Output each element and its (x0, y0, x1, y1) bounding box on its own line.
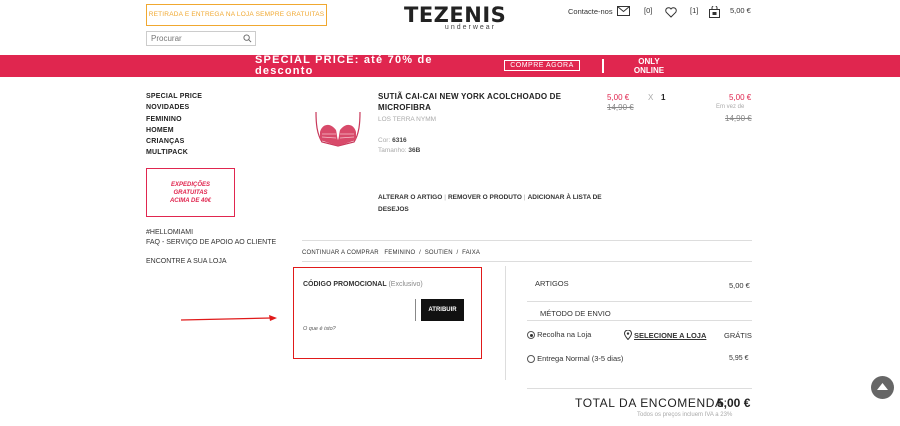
search-placeholder: Procurar (151, 34, 182, 43)
breadcrumb-feminino[interactable]: FEMININO (384, 250, 415, 256)
nav-item-multipack[interactable]: MULTIPACK (146, 147, 202, 158)
store-pickup-price: GRÁTIS (724, 331, 752, 340)
divider (527, 320, 752, 321)
shipping-line-1: EXPEDIÇÕES (170, 182, 210, 188)
breadcrumb: CONTINUAR A COMPRAR FEMININO / SOUTIEN /… (302, 250, 480, 256)
divider (302, 240, 752, 241)
breadcrumb-sep: / (456, 250, 459, 256)
color-value: 6316 (392, 137, 407, 144)
color-label: Cor: (378, 137, 391, 144)
nav-item-criancas[interactable]: CRIANÇAS (146, 136, 202, 147)
line-price-old: 14,90 € (725, 114, 752, 123)
edit-item-link[interactable]: ALTERAR O ARTIGO (378, 194, 442, 201)
chevron-up-icon (877, 383, 888, 390)
product-title[interactable]: SUTIÃ CAI-CAI NEW YORK ACOLCHOADO DE MIC… (378, 91, 568, 113)
heart-icon[interactable] (665, 7, 677, 18)
instead-of-label: Em vez de (716, 104, 745, 110)
order-total-value: 5,00 € (717, 396, 751, 410)
contact-label: Contacte-nos (568, 6, 613, 16)
promo-code-note: (Exclusivo) (388, 281, 423, 288)
divider (302, 261, 752, 262)
location-pin-icon (624, 330, 632, 340)
nav-item-novidades[interactable]: NOVIDADES (146, 102, 202, 113)
breadcrumb-soutien[interactable]: SOUTIEN (425, 250, 453, 256)
radio-store-pickup[interactable] (527, 331, 535, 340)
shipping-method-label: MÉTODO DE ENVIO (540, 309, 611, 318)
brand-name: TEZENIS (404, 3, 507, 27)
search-input[interactable]: Procurar (146, 31, 256, 46)
standard-delivery-price: 5,95 € (729, 355, 749, 362)
store-pickup-label: Recolha na Loja (537, 330, 592, 339)
promo-code-label: CÓDIGO PROMOCIONAL (Exclusivo) (303, 281, 423, 288)
hashtag-link[interactable]: #HELLOMIAMI (146, 228, 276, 238)
logo[interactable]: TEZENIS underwear (404, 3, 507, 31)
vat-note: Todos os preços incluem IVA a 23% (637, 412, 733, 418)
special-price-banner: SPECIAL PRICE: até 70% de desconto COMPR… (0, 55, 900, 77)
shop-now-button[interactable]: COMPRE AGORA (504, 60, 580, 71)
scroll-to-top-button[interactable] (871, 376, 894, 399)
radio-standard-delivery[interactable] (527, 355, 535, 364)
promo-code-title: CÓDIGO PROMOCIONAL (303, 281, 387, 288)
breadcrumb-faixa[interactable]: FAIXA (462, 250, 480, 256)
shipping-option-store[interactable]: Recolha na Loja (527, 330, 592, 340)
promo-code-section: CÓDIGO PROMOCIONAL (Exclusivo) ATRIBUIR … (293, 267, 482, 359)
divider (527, 301, 752, 302)
sidebar-links: #HELLOMIAMI FAQ - SERVIÇO DE APOIO AO CL… (146, 228, 276, 248)
unit-price: 5,00 € (607, 93, 630, 102)
shopping-bag-icon[interactable] (709, 6, 720, 18)
order-total-label: TOTAL DA ENCOMENDA: (575, 396, 728, 410)
search-icon[interactable] (243, 34, 252, 43)
vertical-divider (505, 266, 506, 380)
mail-icon[interactable] (616, 6, 630, 16)
size-label: Tamanho: (378, 147, 407, 154)
store-locator-link[interactable]: ENCONTRE A SUA LOJA (146, 258, 227, 265)
line-price: 5,00 € (729, 93, 752, 102)
product-color: Cor: 6316 (378, 137, 407, 144)
items-value: 5,00 € (729, 281, 750, 290)
free-pickup-banner[interactable]: RETIRADA E ENTREGA NA LOJA SEMPRE GRATUI… (146, 4, 327, 26)
breadcrumb-sep: / (419, 250, 421, 256)
promo-code-input[interactable] (415, 299, 416, 321)
product-actions: ALTERAR O ARTIGO | REMOVER O PRODUTO | ADICI… (378, 192, 608, 216)
divider (527, 388, 752, 389)
remove-product-link[interactable]: REMOVER O PRODUTO (448, 194, 522, 201)
banner-divider (602, 59, 604, 73)
shipping-line-3: ACIMA DE 40€ (169, 198, 212, 204)
cart-total: 5,00 € (730, 6, 751, 15)
what-is-this-link[interactable]: O que é isto? (303, 326, 336, 332)
size-value: 36B (408, 147, 421, 154)
product-size: Tamanho: 36B (378, 147, 420, 154)
shipping-option-standard[interactable]: Entrega Normal (3-5 dias) (527, 354, 624, 364)
category-nav: SPECIAL PRICE NOVIDADES FEMININO HOMEM C… (146, 91, 202, 159)
product-image[interactable] (312, 104, 364, 160)
free-shipping-box[interactable]: EXPEDIÇÕES GRATUITAS ACIMA DE 40€ (146, 168, 235, 217)
items-label: ARTIGOS (535, 279, 569, 288)
mail-count: [0] (644, 6, 653, 15)
nav-item-special-price[interactable]: SPECIAL PRICE (146, 91, 202, 102)
contact-link[interactable]: Contacte-nos (568, 6, 630, 16)
quantity[interactable]: 1 (661, 93, 665, 102)
nav-item-feminino[interactable]: FEMININO (146, 114, 202, 125)
select-store-link[interactable]: SELECIONE A LOJA (624, 330, 706, 340)
continue-shopping-link[interactable]: CONTINUAR A COMPRAR (302, 250, 379, 256)
wishlist-count: [1] (690, 6, 699, 15)
product-code: LOS TERRA NYMM (378, 116, 437, 123)
nav-item-homem[interactable]: HOMEM (146, 125, 202, 136)
apply-button[interactable]: ATRIBUIR (421, 299, 464, 321)
standard-delivery-label: Entrega Normal (3-5 dias) (537, 354, 624, 363)
shipping-line-2: GRATUITAS (173, 190, 208, 196)
banner-text: SPECIAL PRICE: até 70% de desconto (255, 54, 433, 77)
select-store-label: SELECIONE A LOJA (634, 330, 707, 340)
red-arrow-annotation (181, 315, 277, 321)
qty-x: X (648, 93, 654, 102)
faq-link[interactable]: FAQ - SERVIÇO DE APOIO AO CLIENTE (146, 238, 276, 248)
unit-price-old: 14,90 € (607, 103, 634, 112)
only-online-label: ONLY ONLINE (633, 57, 665, 75)
